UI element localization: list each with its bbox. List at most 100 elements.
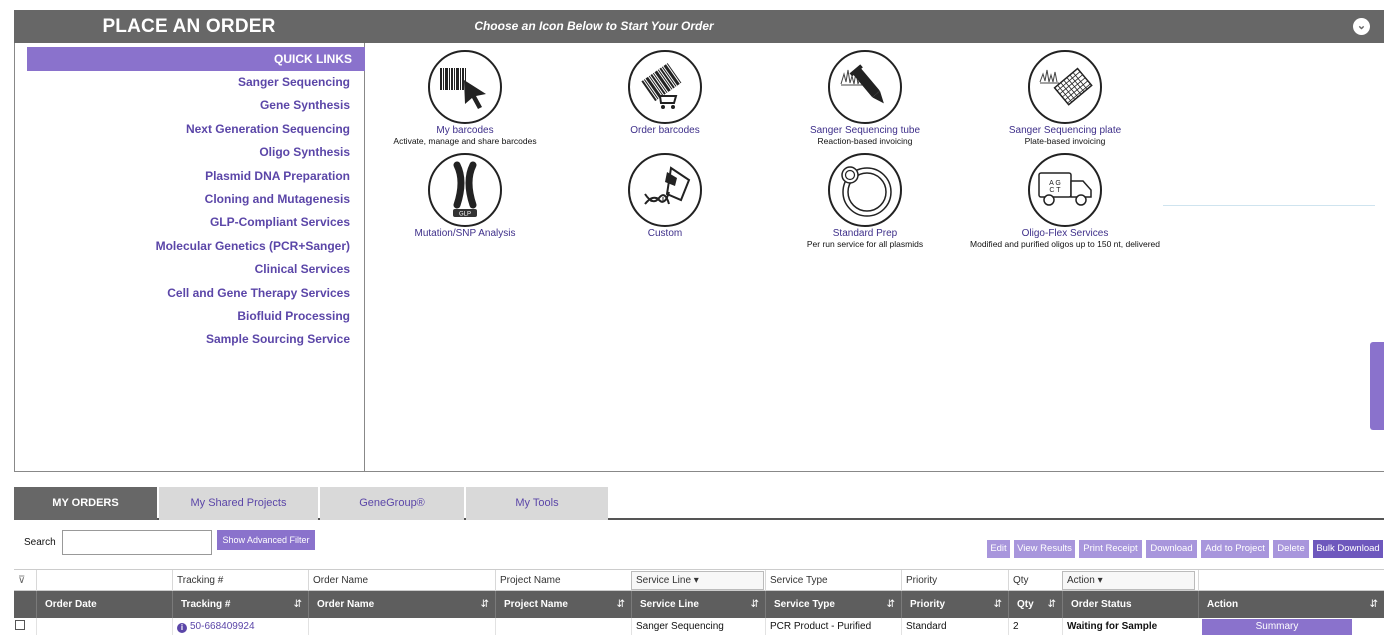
tab-genegroup[interactable]: GeneGroup® — [320, 487, 464, 520]
barcode-cursor-icon — [428, 50, 502, 124]
tile-order-barcodes[interactable]: Order barcodes — [565, 50, 765, 136]
tile-description: Activate, manage and share barcodes — [393, 136, 537, 146]
header-subtitle: Choose an Icon Below to Start Your Order — [474, 19, 714, 33]
sort-icon: ⇵ — [1369, 599, 1378, 610]
tab-my-orders[interactable]: MY ORDERS — [14, 487, 157, 520]
filter-order-date[interactable] — [36, 570, 172, 591]
search-input[interactable] — [62, 530, 212, 555]
header-order-date[interactable]: Order Date — [36, 591, 172, 618]
delivery-truck-icon: A G C T — [1028, 153, 1102, 227]
add-to-project-button[interactable]: Add to Project — [1201, 540, 1269, 558]
cell-project-name — [495, 618, 631, 635]
quick-link-molecular-genetics[interactable]: Molecular Genetics (PCR+Sanger) — [156, 235, 350, 258]
row-checkbox[interactable] — [15, 620, 25, 630]
tile-label: Standard Prep — [832, 228, 898, 239]
header-project-name[interactable]: Project Name ⇵ — [495, 591, 631, 618]
edit-button[interactable]: Edit — [987, 540, 1010, 558]
chevron-down-icon[interactable]: ⌄ — [1353, 18, 1370, 35]
cell-order-date — [36, 618, 172, 635]
delete-button[interactable]: Delete — [1273, 540, 1309, 558]
quick-links-heading: QUICK LINKS — [27, 47, 365, 71]
tile-sanger-plate[interactable]: Sanger Sequencing plate Plate-based invo… — [965, 50, 1165, 146]
quick-links-list: Sanger Sequencing Gene Synthesis Next Ge… — [156, 71, 350, 352]
quick-link-sanger-sequencing[interactable]: Sanger Sequencing — [156, 71, 350, 94]
tile-sanger-tube[interactable]: Sanger Sequencing tube Reaction-based in… — [765, 50, 965, 146]
filter-project-name[interactable]: Project Name — [495, 570, 631, 591]
quick-link-glp-compliant[interactable]: GLP-Compliant Services — [156, 211, 350, 234]
quick-link-sample-sourcing[interactable]: Sample Sourcing Service — [156, 328, 350, 351]
quick-link-cell-gene-therapy[interactable]: Cell and Gene Therapy Services — [156, 282, 350, 305]
header-service-line[interactable]: Service Line ⇵ — [631, 591, 765, 618]
summary-button[interactable]: Summary — [1202, 619, 1352, 635]
sort-icon: ⇵ — [886, 599, 895, 610]
tab-my-shared-projects[interactable]: My Shared Projects — [159, 487, 318, 520]
header-label: Tracking # — [181, 599, 231, 610]
filter-priority[interactable]: Priority — [901, 570, 1008, 591]
cell-order-status: Waiting for Sample — [1062, 618, 1198, 635]
table-row[interactable]: i 50-668409924 Sanger Sequencing PCR Prod… — [14, 618, 1384, 635]
header-label: Action — [1207, 599, 1239, 610]
svg-text:C T: C T — [1049, 187, 1061, 194]
download-button[interactable]: Download — [1146, 540, 1197, 558]
grid-filter-row: ⊽ Tracking # Order Name Project Name Ser… — [14, 569, 1384, 591]
filter-tracking[interactable]: Tracking # — [172, 570, 308, 591]
orders-tab-bar: MY ORDERS My Shared Projects GeneGroup® … — [14, 487, 1384, 520]
quick-link-oligo-synthesis[interactable]: Oligo Synthesis — [156, 141, 350, 164]
tile-my-barcodes[interactable]: My barcodes Activate, manage and share b… — [365, 50, 565, 146]
header-service-type[interactable]: Service Type ⇵ — [765, 591, 901, 618]
cell-service-type: PCR Product - Purified — [765, 618, 901, 635]
row-select-cell — [14, 618, 36, 635]
filter-extra — [1198, 570, 1384, 591]
divider — [1163, 205, 1375, 206]
quick-link-plasmid-dna-preparation[interactable]: Plasmid DNA Preparation — [156, 165, 350, 188]
tile-standard-prep[interactable]: Standard Prep Per run service for all pl… — [765, 153, 965, 249]
header-label: Project Name — [504, 599, 568, 610]
quick-link-gene-synthesis[interactable]: Gene Synthesis — [156, 94, 350, 117]
header-priority[interactable]: Priority ⇵ — [901, 591, 1008, 618]
sequencing-plate-icon — [1028, 50, 1102, 124]
tile-description: Plate-based invoicing — [1024, 136, 1106, 146]
filter-icon[interactable]: ⊽ — [14, 570, 36, 591]
tile-oligo-flex[interactable]: A G C T Oligo-Flex Services Modified and… — [965, 153, 1165, 249]
sort-icon: ⇵ — [480, 599, 489, 610]
filter-order-name[interactable]: Order Name — [308, 570, 495, 591]
filter-service-line[interactable]: Service Line ▾ — [631, 571, 764, 590]
quick-link-clinical-services[interactable]: Clinical Services — [156, 258, 350, 281]
svg-text:A G: A G — [1049, 180, 1061, 187]
filter-label: Service Line — [636, 575, 692, 586]
tab-my-tools[interactable]: My Tools — [466, 487, 608, 520]
sort-icon: ⇵ — [293, 599, 302, 610]
header-label: Priority — [910, 599, 946, 610]
tile-mutation-snp[interactable]: GLP Mutation/SNP Analysis — [365, 153, 565, 239]
header-qty[interactable]: Qty ⇵ — [1008, 591, 1062, 618]
header-order-name[interactable]: Order Name ⇵ — [308, 591, 495, 618]
search-label: Search — [24, 537, 56, 548]
header-action[interactable]: Action ⇵ — [1198, 591, 1384, 618]
info-icon[interactable]: i — [177, 623, 187, 633]
print-receipt-button[interactable]: Print Receipt — [1079, 540, 1142, 558]
tracking-number[interactable]: 50-668409924 — [190, 621, 255, 632]
quick-link-biofluid-processing[interactable]: Biofluid Processing — [156, 305, 350, 328]
filter-service-type[interactable]: Service Type — [765, 570, 901, 591]
grid-header-row: Order Date Tracking # ⇵ Order Name ⇵ Proje… — [14, 591, 1384, 618]
cell-tracking[interactable]: i 50-668409924 — [172, 618, 308, 635]
filter-label: Action — [1067, 575, 1095, 586]
tile-label: Mutation/SNP Analysis — [414, 228, 516, 239]
plasmid-icon — [828, 153, 902, 227]
tile-label: Sanger Sequencing plate — [1008, 125, 1122, 136]
show-advanced-filter-button[interactable]: Show Advanced Filter — [217, 530, 315, 550]
tile-custom[interactable]: Custom — [565, 153, 765, 239]
filter-qty[interactable]: Qty — [1008, 570, 1062, 591]
filter-action[interactable]: Action ▾ — [1062, 571, 1195, 590]
cell-qty: 2 — [1008, 618, 1062, 635]
bulk-download-button[interactable]: Bulk Download — [1313, 540, 1383, 558]
page-title: PLACE AN ORDER — [102, 16, 276, 37]
tile-description: Reaction-based invoicing — [817, 136, 913, 146]
quick-link-cloning-mutagenesis[interactable]: Cloning and Mutagenesis — [156, 188, 350, 211]
header-tracking[interactable]: Tracking # ⇵ — [172, 591, 308, 618]
cell-priority: Standard — [901, 618, 1008, 635]
header-order-status[interactable]: Order Status — [1062, 591, 1198, 618]
quick-link-next-generation-sequencing[interactable]: Next Generation Sequencing — [156, 118, 350, 141]
feedback-tab[interactable] — [1370, 342, 1384, 430]
view-results-button[interactable]: View Results — [1014, 540, 1075, 558]
